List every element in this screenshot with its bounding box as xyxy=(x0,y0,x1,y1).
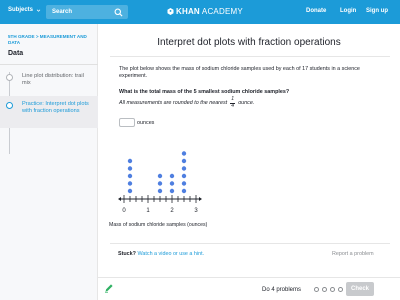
tick-label: 0 xyxy=(122,208,126,214)
data-dot xyxy=(169,188,175,194)
data-dot xyxy=(169,181,175,186)
note-prefix: All measurements are rounded to the near… xyxy=(119,100,228,106)
data-dot xyxy=(181,188,187,194)
answer-unit-label: ounces xyxy=(137,120,155,126)
progress-dot xyxy=(330,287,335,292)
login-link[interactable]: Login xyxy=(340,8,356,14)
data-dot xyxy=(157,181,163,186)
data-dot xyxy=(181,166,187,171)
video-status-icon xyxy=(6,74,13,81)
data-dot xyxy=(157,173,163,179)
breadcrumb[interactable]: 5TH GRADE > MEASUREMENT AND DATA xyxy=(8,34,94,46)
check-button[interactable]: Check xyxy=(346,282,374,296)
data-dot xyxy=(127,188,133,194)
subjects-label: Subjects xyxy=(8,7,34,13)
data-dot xyxy=(157,188,163,194)
page-title: Interpret dot plots with fraction operat… xyxy=(157,37,341,48)
progress-indicator xyxy=(314,287,343,292)
data-dot xyxy=(127,166,133,171)
top-navigation-bar: Subjects Search KHAN ACADEMY Donate Login… xyxy=(0,0,400,24)
sidebar-item-practice-dot-plots[interactable]: Practice: Interpret dot plots with fract… xyxy=(0,96,98,128)
stuck-label: Stuck? xyxy=(118,251,136,257)
rounding-note: All measurements are rounded to the near… xyxy=(119,97,254,109)
progress-dot xyxy=(338,287,343,292)
scratchpad-pencil-icon[interactable] xyxy=(104,283,114,293)
data-dot xyxy=(181,158,187,164)
answer-input[interactable] xyxy=(119,118,135,127)
tick-label: 2 xyxy=(170,208,174,214)
sidebar-item-label: Practice: Interpret dot plots with fract… xyxy=(22,101,89,114)
problem-count: Do 4 problems xyxy=(262,287,302,293)
subjects-menu[interactable]: Subjects xyxy=(8,7,41,13)
search-icon[interactable] xyxy=(114,8,123,17)
leaf-logo-icon xyxy=(167,8,174,15)
data-dot xyxy=(127,158,133,164)
quarter-fraction: 1 4 xyxy=(230,96,236,109)
hint-link[interactable]: Watch a video or use a hint. xyxy=(137,251,204,257)
tick-label: 3 xyxy=(194,208,198,214)
problem-question: What is the total mass of the 5 smallest… xyxy=(119,89,290,95)
data-dot xyxy=(181,151,187,156)
sidebar-divider xyxy=(0,64,98,65)
dot-plot: 0 1 2 3 xyxy=(118,151,202,214)
signup-link[interactable]: Sign up xyxy=(366,8,388,14)
data-dot xyxy=(169,173,175,179)
sidebar: 5TH GRADE > MEASUREMENT AND DATA Data Li… xyxy=(0,24,98,300)
plot-axis-label: Mass of sodium chloride samples (ounces) xyxy=(109,222,208,228)
progress-dot xyxy=(322,287,327,292)
axis-arrow-right xyxy=(199,197,202,201)
fraction-denominator: 4 xyxy=(231,103,235,109)
report-problem-link[interactable]: Report a problem xyxy=(332,251,374,257)
data-dot xyxy=(181,181,187,186)
axis-arrow-left xyxy=(118,197,121,201)
progress-dot xyxy=(314,287,319,292)
donate-link[interactable]: Donate xyxy=(306,8,326,14)
title-divider xyxy=(110,56,390,57)
data-dot xyxy=(181,173,187,179)
khan-academy-logo[interactable]: KHAN ACADEMY xyxy=(167,7,243,16)
chevron-down-icon xyxy=(36,8,41,12)
data-dot xyxy=(127,173,133,179)
logo-text-bold: KHAN xyxy=(176,7,200,16)
tick-label: 1 xyxy=(146,208,150,214)
fraction-numerator: 1 xyxy=(231,96,235,102)
stuck-prompt: Stuck? Watch a video or use a hint. xyxy=(118,251,204,257)
search-placeholder: Search xyxy=(52,9,73,15)
unit-title: Data xyxy=(8,50,24,57)
search-input[interactable]: Search xyxy=(46,5,128,19)
note-suffix: ounce. xyxy=(238,100,255,106)
sidebar-item-label: Line plot distribution: trail mix xyxy=(22,73,84,86)
practice-status-icon xyxy=(6,102,13,109)
problem-intro: The plot below shows the mass of sodium … xyxy=(119,66,360,79)
data-dot xyxy=(127,181,133,186)
logo-text-light: ACADEMY xyxy=(201,7,243,16)
hint-divider xyxy=(110,243,390,244)
